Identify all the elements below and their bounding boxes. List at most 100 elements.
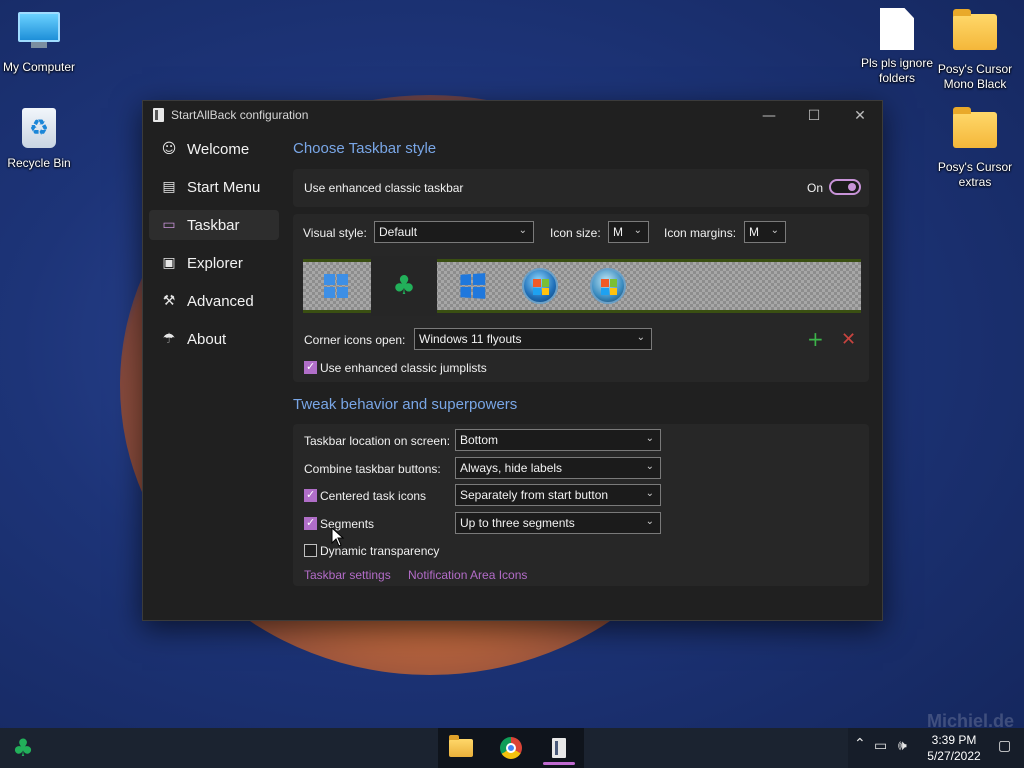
chevron-down-icon: ⌄ [633, 225, 642, 236]
start-menu-icon: ▤ [162, 179, 176, 195]
icon-size-value: M [613, 225, 623, 239]
jumplists-checkbox[interactable] [304, 360, 317, 374]
folder-icon [953, 9, 997, 58]
clock[interactable]: 3:39 PM 5/27/2022 [922, 732, 986, 764]
corner-icons-label: Corner icons open: [304, 333, 406, 347]
sidebar-item-about[interactable]: ☂ About [149, 324, 279, 354]
centered-icons-label: Centered task icons [320, 489, 427, 503]
taskbar-chrome[interactable] [489, 730, 533, 766]
chevron-up-icon[interactable]: ⌃ [854, 736, 866, 752]
maximize-button[interactable]: ☐ [791, 101, 837, 130]
notifications-icon[interactable]: ▢ [998, 738, 1011, 754]
window-title: StartAllBack configuration [171, 108, 309, 122]
close-button[interactable]: ✕ [837, 101, 883, 130]
corner-icons-select[interactable]: Windows 11 flyouts ⌄ [414, 328, 652, 350]
pinned-apps [438, 728, 584, 768]
style-option-windows-10[interactable] [439, 262, 505, 310]
file-explorer-icon [449, 735, 473, 757]
title-bar[interactable]: StartAllBack configuration — ☐ ✕ [143, 101, 882, 130]
jumplists-label: Use enhanced classic jumplists [320, 361, 487, 375]
sidebar-item-start-menu[interactable]: ▤ Start Menu [149, 172, 279, 202]
combine-buttons-value: Always, hide labels [460, 461, 563, 475]
startallback-window: StartAllBack configuration — ☐ ✕ ☺ Welco… [142, 100, 883, 621]
taskbar-file-explorer[interactable] [439, 730, 483, 766]
sidebar-item-explorer[interactable]: ▣ Explorer [149, 248, 279, 278]
clover-icon: ♣ [392, 271, 416, 301]
enhanced-taskbar-label: Use enhanced classic taskbar [304, 181, 464, 195]
computer-icon [17, 12, 61, 56]
taskbar-location-select[interactable]: Bottom ⌄ [455, 429, 661, 451]
visual-style-value: Default [379, 225, 418, 239]
chrome-icon [500, 737, 522, 759]
desktop-icon-label: Posy's Cursor Mono Black [937, 62, 1013, 91]
sidebar-item-advanced[interactable]: ⚒ Advanced [149, 286, 279, 316]
corner-icons-value: Windows 11 flyouts [419, 332, 522, 346]
style-option-windows-7[interactable] [507, 262, 573, 310]
taskbar-settings-link[interactable]: Taskbar settings [304, 568, 391, 582]
system-tray: ⌃ ▭ 🕪 3:39 PM 5/27/2022 ▢ [848, 728, 1024, 768]
minimize-button[interactable]: — [746, 101, 792, 130]
sidebar-item-label: Explorer [187, 254, 243, 272]
startallback-icon [153, 108, 164, 122]
windows-10-logo-icon [460, 273, 486, 299]
icon-margins-label: Icon margins: [664, 226, 737, 240]
section-heading-tweak: Tweak behavior and superpowers [293, 396, 518, 413]
clover-icon: ♣ [12, 734, 34, 762]
icon-margins-value: M [749, 225, 759, 239]
desktop-icon-label: Pls pls ignore folders [860, 56, 934, 85]
clock-date: 5/27/2022 [927, 749, 981, 763]
style-option-windows-11[interactable] [303, 262, 369, 310]
recycle-bin-icon [17, 108, 61, 152]
sidebar-item-taskbar[interactable]: ▭ Taskbar [149, 210, 279, 240]
combine-buttons-select[interactable]: Always, hide labels ⌄ [455, 457, 661, 479]
document-icon [875, 8, 919, 52]
icon-size-label: Icon size: [550, 226, 601, 240]
sidebar-item-welcome[interactable]: ☺ Welcome [149, 134, 279, 164]
folder-icon [953, 107, 997, 156]
segments-select[interactable]: Up to three segments ⌄ [455, 512, 661, 534]
sidebar: ☺ Welcome ▤ Start Menu ▭ Taskbar ▣ Explo… [149, 134, 279, 362]
start-button[interactable]: ♣ [6, 732, 40, 764]
desktop-icon-cursor-mono-black[interactable]: Posy's Cursor Mono Black [937, 8, 1013, 92]
sidebar-item-label: Advanced [187, 292, 254, 310]
desktop-icon-my-computer[interactable]: My Computer [1, 8, 77, 75]
style-option-windows-vista[interactable] [575, 262, 641, 310]
icon-size-select[interactable]: M ⌄ [608, 221, 649, 243]
taskbar-style-picker: ♣ [303, 256, 861, 316]
visual-style-select[interactable]: Default ⌄ [374, 221, 534, 243]
volume-icon[interactable]: 🕪 [898, 738, 907, 754]
taskbar-startallback[interactable] [537, 730, 581, 766]
style-option-startallback[interactable]: ♣ [371, 256, 437, 316]
taskbar-location-value: Bottom [460, 433, 499, 447]
notification-area-icons-link[interactable]: Notification Area Icons [408, 568, 527, 582]
centered-icons-value: Separately from start button [460, 488, 609, 502]
desktop-icon-pls-ignore[interactable]: Pls pls ignore folders [859, 8, 935, 86]
windows-7-orb-icon [522, 268, 558, 304]
clock-time: 3:39 PM [931, 733, 977, 747]
enhanced-taskbar-toggle[interactable] [829, 179, 861, 195]
smiley-icon: ☺ [161, 141, 177, 157]
chevron-down-icon: ⌄ [636, 332, 645, 343]
desktop-icon-cursor-extras[interactable]: Posy's Cursor extras [937, 106, 1013, 190]
segments-checkbox[interactable] [304, 516, 317, 530]
desktop-icon-recycle-bin[interactable]: Recycle Bin [1, 106, 77, 171]
windows-11-logo-icon [324, 274, 348, 298]
chevron-down-icon: ⌄ [770, 225, 779, 236]
chevron-down-icon: ⌄ [645, 461, 654, 472]
segments-value: Up to three segments [460, 516, 575, 530]
centered-icons-checkbox[interactable] [304, 488, 317, 502]
chevron-down-icon: ⌄ [645, 516, 654, 527]
windows-vista-orb-icon [590, 268, 626, 304]
enhanced-taskbar-panel: Use enhanced classic taskbar On [293, 169, 869, 207]
chevron-down-icon: ⌄ [518, 225, 527, 236]
add-icon[interactable]: + [807, 327, 824, 351]
toggle-state-label: On [807, 181, 824, 195]
network-icon[interactable]: ▭ [874, 738, 887, 754]
centered-icons-select[interactable]: Separately from start button ⌄ [455, 484, 661, 506]
icon-margins-select[interactable]: M ⌄ [744, 221, 786, 243]
remove-icon[interactable]: ✕ [841, 329, 856, 350]
sidebar-item-label: About [187, 330, 227, 348]
combine-buttons-label: Combine taskbar buttons: [304, 462, 441, 476]
sidebar-item-label: Taskbar [187, 216, 240, 234]
dynamic-transparency-checkbox[interactable] [304, 544, 317, 557]
